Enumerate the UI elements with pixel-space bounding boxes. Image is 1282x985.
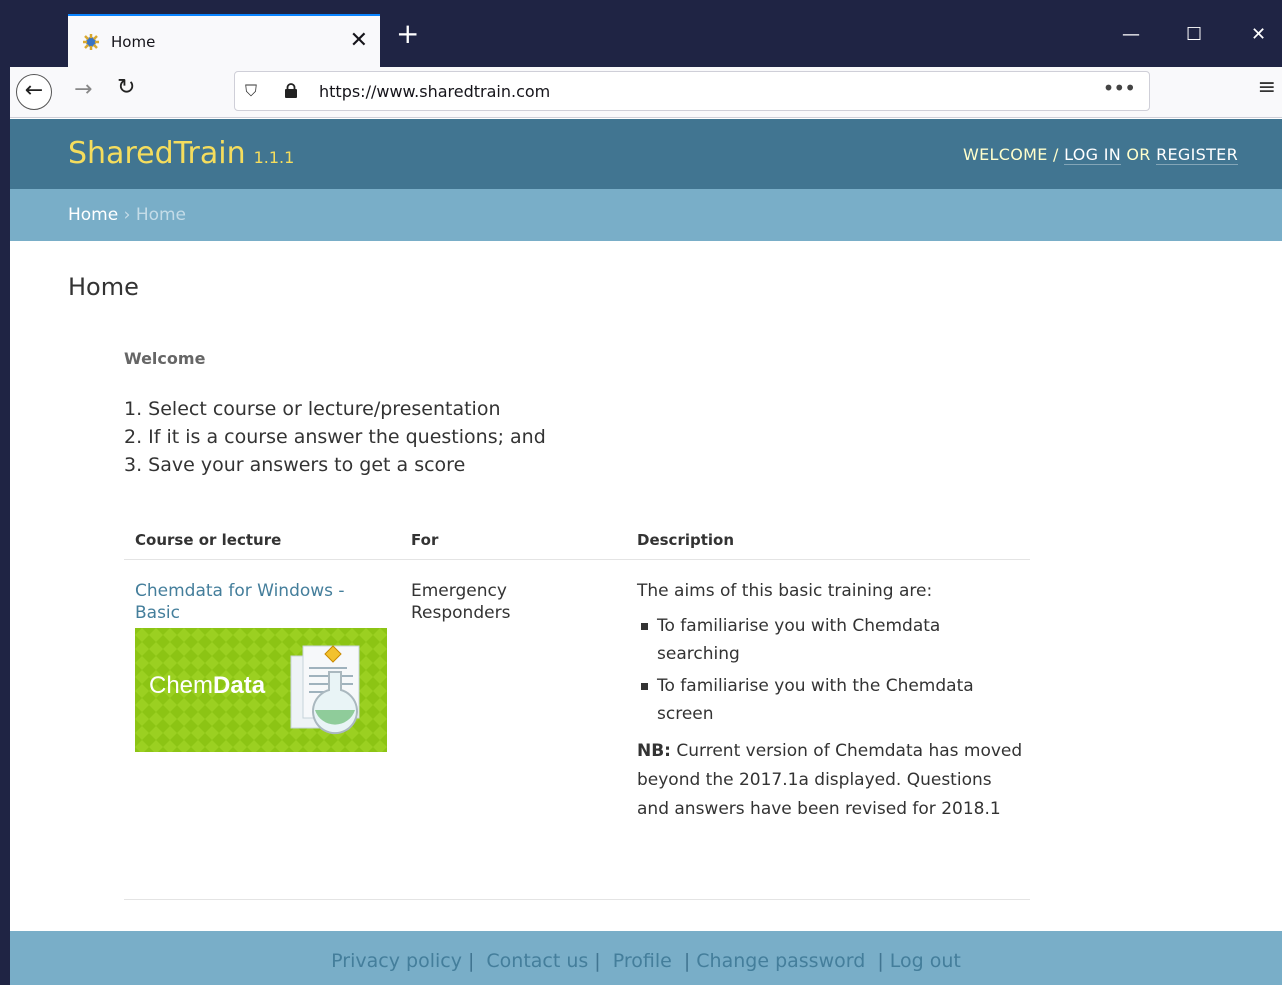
column-header-for: For: [411, 531, 439, 549]
description-bullet: To familiarise you with Chemdata searchi…: [637, 612, 1027, 668]
description-note: NB: Current version of Chemdata has move…: [637, 737, 1027, 824]
table-bottom-divider: [124, 899, 1030, 900]
chemdata-logo-text: ChemData: [149, 672, 265, 700]
user-tools: WELCOME / LOG IN OR REGISTER: [962, 145, 1238, 165]
step-item: 3. Save your answers to get a score: [124, 454, 466, 476]
address-bar[interactable]: ⛉ https://www.sharedtrain.com •••: [234, 71, 1150, 111]
new-tab-icon[interactable]: +: [396, 20, 419, 48]
footer-separator: |: [877, 950, 884, 972]
version-label: 1.1.1: [253, 148, 295, 167]
back-arrow-icon[interactable]: ←: [16, 74, 52, 110]
window-edge: [0, 0, 10, 985]
tab-title: Home: [111, 33, 156, 51]
breadcrumb-home-link[interactable]: Home: [68, 205, 118, 225]
note-label: NB:: [637, 741, 671, 761]
welcome-text: WELCOME /: [962, 145, 1065, 164]
site-footer: Privacy policy | Contact us | Profile | Cha…: [10, 931, 1282, 985]
close-tab-icon[interactable]: ✕: [350, 28, 368, 53]
description-cell: The aims of this basic training are: To …: [637, 577, 1027, 824]
shield-icon[interactable]: ⛉: [245, 81, 257, 101]
course-thumbnail[interactable]: ChemData: [135, 628, 387, 752]
description-bullets: To familiarise you with Chemdata searchi…: [637, 612, 1027, 728]
breadcrumb-current: Home: [135, 205, 187, 225]
or-text: OR: [1121, 145, 1157, 164]
step-item: 2. If it is a course answer the question…: [124, 426, 546, 448]
course-link[interactable]: Chemdata for Windows - Basic: [135, 580, 385, 624]
profile-link[interactable]: Profile: [613, 950, 672, 972]
column-header-description: Description: [637, 531, 735, 549]
login-link[interactable]: LOG IN: [1064, 145, 1121, 165]
brand-name[interactable]: SharedTrain: [68, 136, 246, 171]
audience-cell: Emergency Responders: [411, 580, 561, 624]
site-brand[interactable]: SharedTrain 1.1.1: [68, 136, 294, 171]
logo-text-plain: Chem: [149, 672, 214, 699]
breadcrumb: Home › Home: [10, 189, 1282, 241]
privacy-policy-link[interactable]: Privacy policy: [331, 950, 462, 972]
page-actions-icon[interactable]: •••: [1103, 76, 1136, 100]
breadcrumb-separator: ›: [118, 205, 136, 225]
footer-separator: |: [594, 950, 601, 972]
steps-list: 1. Select course or lecture/presentation…: [124, 395, 546, 479]
footer-separator: |: [683, 950, 691, 972]
audience-text: Emergency Responders: [411, 581, 511, 623]
change-password-link[interactable]: Change password: [696, 950, 865, 972]
welcome-heading: Welcome: [124, 349, 206, 368]
description-bullet: To familiarise you with the Chemdata scr…: [637, 672, 1027, 728]
hamburger-menu-icon[interactable]: ≡: [1258, 75, 1276, 100]
logo-text-bold: Data: [213, 672, 266, 699]
contact-us-link[interactable]: Contact us: [486, 950, 588, 972]
description-intro: The aims of this basic training are:: [637, 581, 933, 601]
close-window-icon[interactable]: ✕: [1251, 24, 1266, 45]
column-header-course: Course or lecture: [135, 531, 282, 549]
page-title: Home: [68, 273, 139, 301]
log-out-link[interactable]: Log out: [890, 950, 961, 972]
site-favicon-icon: [83, 34, 99, 50]
note-text: Current version of Chemdata has moved be…: [637, 741, 1023, 819]
site-header: SharedTrain 1.1.1 WELCOME / LOG IN OR REG…: [10, 119, 1282, 189]
header-divider: [124, 559, 1030, 560]
browser-tab[interactable]: Home ✕: [68, 14, 380, 68]
maximize-icon[interactable]: ☐: [1186, 24, 1202, 45]
forward-arrow-icon[interactable]: →: [74, 77, 92, 102]
register-link[interactable]: REGISTER: [1156, 145, 1238, 165]
footer-separator: |: [467, 950, 475, 972]
browser-titlebar: Home ✕ + — ☐ ✕: [0, 0, 1282, 985]
minimize-icon[interactable]: —: [1122, 24, 1140, 45]
step-item: 1. Select course or lecture/presentation: [124, 398, 501, 420]
lock-icon[interactable]: [285, 83, 297, 98]
reload-icon[interactable]: ↻: [117, 75, 135, 100]
browser-navbar: ← → ↻ ⛉ https://www.sharedtrain.com ••• …: [10, 67, 1282, 118]
url-text[interactable]: https://www.sharedtrain.com: [319, 82, 550, 101]
